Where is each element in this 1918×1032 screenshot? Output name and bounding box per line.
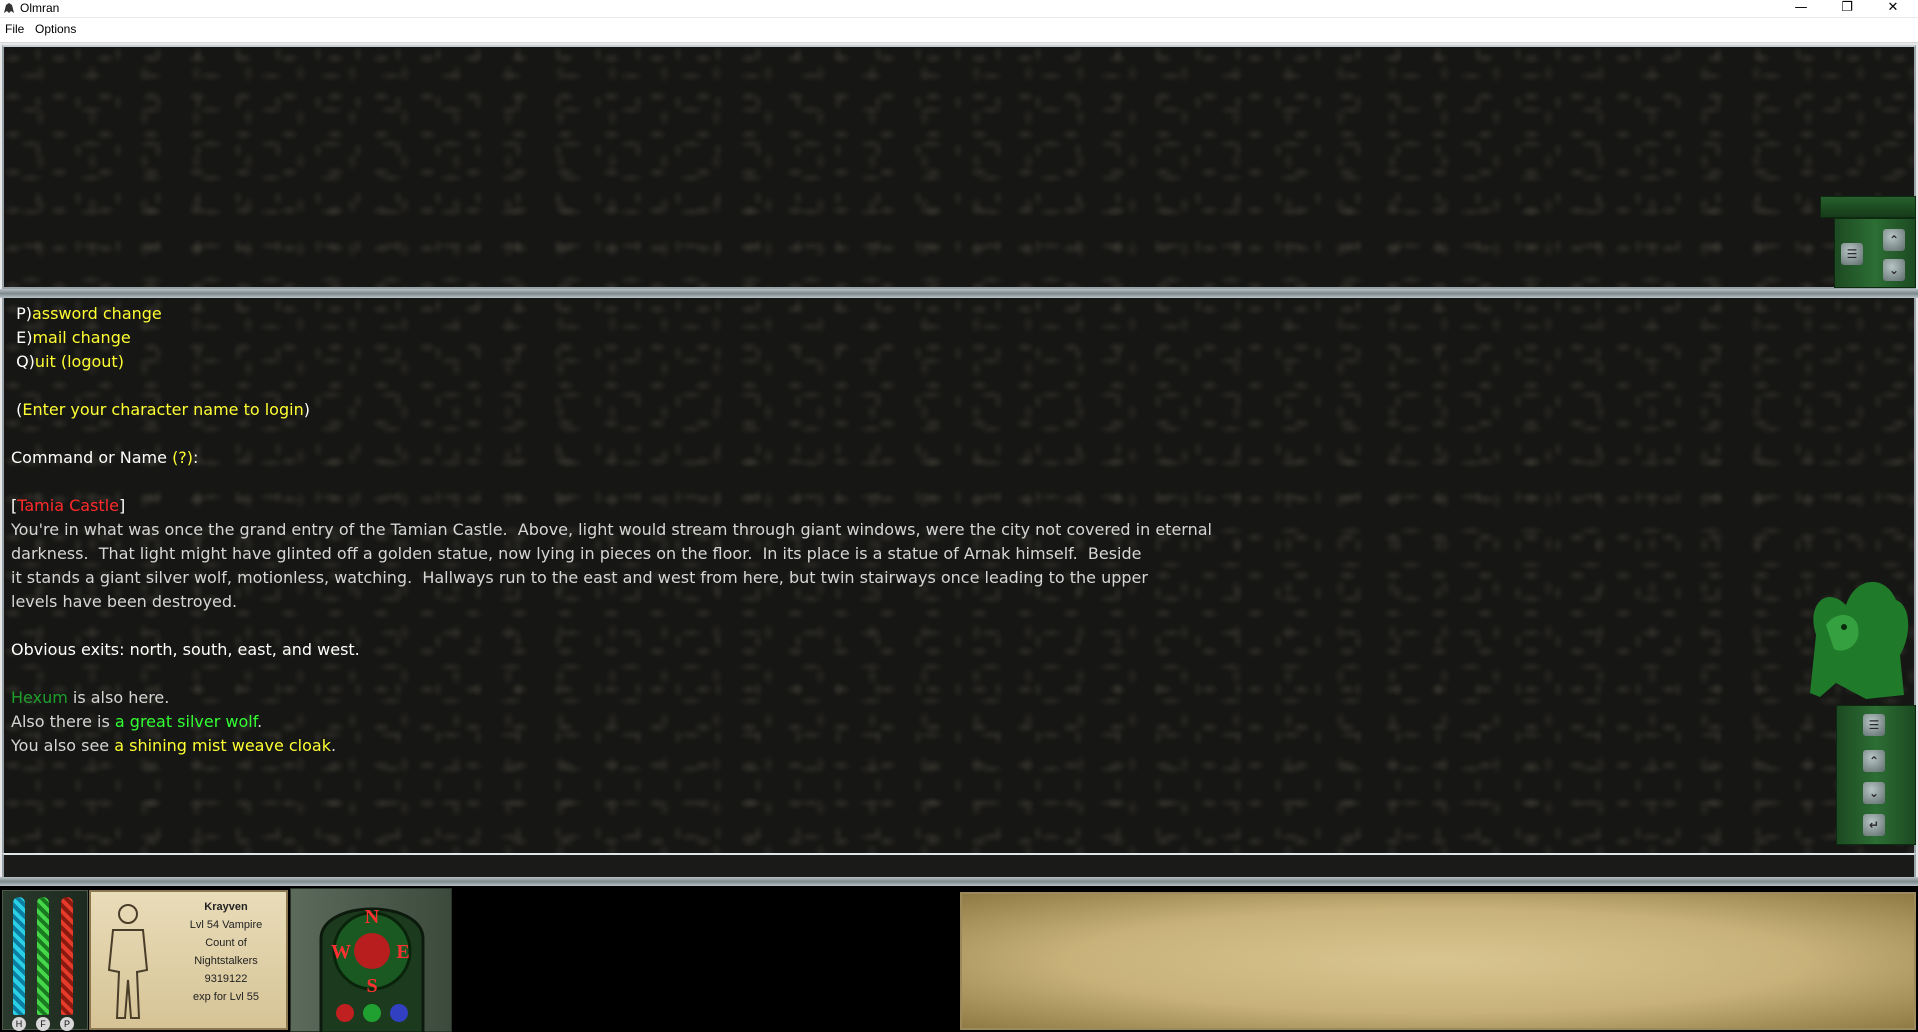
window-title: Olmran <box>20 1 60 15</box>
character-title-1: Count of <box>205 937 247 949</box>
menu-options[interactable]: Options <box>35 22 76 36</box>
output-line: levels have been destroyed. <box>11 590 1212 614</box>
output-segment: Obvious exits: north, south, east, and w… <box>11 640 360 659</box>
output-line: it stands a giant silver wolf, motionles… <box>11 566 1212 590</box>
upper-pane-controls: ☰ ⌃ ⌄ <box>1834 218 1916 288</box>
output-line: Obvious exits: north, south, east, and w… <box>11 638 1212 662</box>
menu-bar: File Options <box>0 18 1918 43</box>
output-segment: mail change <box>32 328 131 347</box>
power-label: P <box>60 1017 74 1031</box>
output-segment: Command or Name <box>11 448 173 467</box>
title-bar: Olmran — ❐ ✕ <box>0 0 1918 17</box>
output-segment: uit (logout) <box>34 352 124 371</box>
output-line: E)mail change <box>11 326 1212 350</box>
compass-icon: N S E W <box>319 906 425 1032</box>
output-segment: : <box>193 448 199 467</box>
app-icon <box>4 3 14 13</box>
output-segment: Hexum <box>11 688 68 707</box>
output-segment: it stands a giant silver wolf, motionles… <box>11 568 1148 587</box>
output-line: [Tamia Castle] <box>11 494 1212 518</box>
gargoyle-icon <box>1810 581 1909 699</box>
character-title-2: Nightstalkers <box>194 955 258 967</box>
character-figure-icon <box>107 904 149 1019</box>
output-line: P)assword change <box>11 302 1212 326</box>
output-segment: a great silver wolf <box>114 712 258 731</box>
output-segment: ( <box>11 400 23 419</box>
output-segment: Tamia Castle <box>17 496 119 515</box>
output-segment: ] <box>118 496 126 515</box>
parchment-panel <box>960 892 1916 1030</box>
output-line: Command or Name (?): <box>11 446 1212 470</box>
chevron-down-icon[interactable]: ⌄ <box>1883 259 1905 281</box>
character-name: Krayven <box>204 901 248 913</box>
chevron-up-icon[interactable]: ⌃ <box>1863 750 1885 772</box>
blue-skull-icon[interactable] <box>390 1004 408 1022</box>
fatigue-bar <box>37 897 49 1015</box>
output-line: Hexum is also here. <box>11 686 1212 710</box>
game-output-text: P)assword change E)mail change Q)uit (lo… <box>11 302 1212 758</box>
output-segment: (?) <box>172 448 194 467</box>
chat-bubble-icon[interactable]: ☰ <box>1863 714 1885 736</box>
vital-bars: H F P <box>2 890 88 1031</box>
maximize-button[interactable]: ❐ <box>1824 0 1870 17</box>
bottom-divider[interactable] <box>0 877 1918 886</box>
command-input[interactable] <box>2 853 1916 877</box>
character-card: Krayven Lvl 54 Vampire Count of Nightsta… <box>89 890 288 1030</box>
output-segment: You're in what was once the grand entry … <box>11 520 1212 539</box>
output-segment: is also here. <box>67 688 170 707</box>
fatigue-label: F <box>36 1017 50 1031</box>
green-skull-icon[interactable] <box>363 1004 381 1022</box>
chevron-down-icon[interactable]: ⌄ <box>1863 782 1885 804</box>
main-output-pane[interactable]: P)assword change E)mail change Q)uit (lo… <box>2 298 1916 853</box>
health-bar <box>13 897 25 1015</box>
output-segment: . <box>257 712 263 731</box>
compass-west[interactable]: W <box>331 941 351 963</box>
compass-north[interactable]: N <box>365 906 380 928</box>
output-segment: a shining mist weave cloak <box>114 736 331 755</box>
close-button[interactable]: ✕ <box>1870 0 1916 17</box>
output-segment: ) <box>303 400 310 419</box>
output-segment: Enter your character name to login <box>22 400 304 419</box>
character-exp: 9319122 <box>204 973 248 985</box>
chat-bubble-icon[interactable]: ☰ <box>1841 243 1863 265</box>
output-line: darkness. That light might have glinted … <box>11 542 1212 566</box>
main-pane-controls: ☰ ⌃ ⌄ ↵ <box>1836 705 1916 845</box>
output-segment: P) <box>11 304 32 323</box>
output-line: You also see a shining mist weave cloak. <box>11 734 1212 758</box>
output-segment: You also see <box>11 736 115 755</box>
output-segment: darkness. That light might have glinted … <box>11 544 1142 563</box>
character-level: Lvl 54 Vampire <box>189 919 263 931</box>
upper-pane-cap <box>1820 196 1916 218</box>
compass-panel: N S E W <box>290 888 452 1032</box>
character-info: Krayven Lvl 54 Vampire Count of Nightsta… <box>167 898 285 1006</box>
output-segment: . <box>330 736 337 755</box>
upper-output-pane[interactable] <box>2 45 1916 289</box>
output-line: Q)uit (logout) <box>11 350 1212 374</box>
output-segment: Q) <box>11 352 35 371</box>
output-line: You're in what was once the grand entry … <box>11 518 1212 542</box>
power-bar <box>61 897 73 1015</box>
minimize-button[interactable]: — <box>1778 0 1824 17</box>
output-segment: levels have been destroyed. <box>11 592 238 611</box>
chevron-up-icon[interactable]: ⌃ <box>1883 229 1905 251</box>
compass-south[interactable]: S <box>366 975 377 997</box>
menu-file[interactable]: File <box>5 22 24 36</box>
status-panel: H F P Krayven Lvl 54 Vampire Count of Ni… <box>0 886 1918 1032</box>
character-exp-label: exp for Lvl 55 <box>192 991 260 1003</box>
compass-east[interactable]: E <box>396 941 409 963</box>
output-line: Also there is a great silver wolf. <box>11 710 1212 734</box>
output-segment: assword change <box>31 304 162 323</box>
output-line: (Enter your character name to login) <box>11 398 1212 422</box>
pane-divider[interactable] <box>0 289 1918 298</box>
output-segment: E) <box>11 328 33 347</box>
return-icon[interactable]: ↵ <box>1863 814 1885 836</box>
red-skull-icon[interactable] <box>336 1004 354 1022</box>
output-segment: Also there is <box>11 712 115 731</box>
health-label: H <box>12 1017 26 1031</box>
